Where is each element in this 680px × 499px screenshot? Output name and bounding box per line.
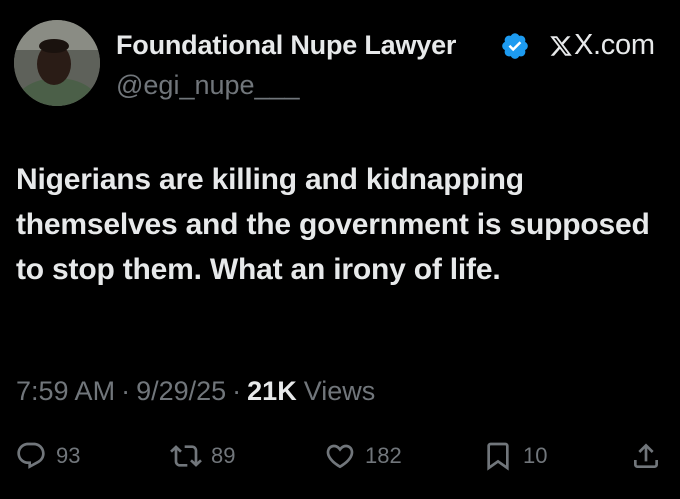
author-handle[interactable]: @egi_nupe___ <box>116 70 300 101</box>
like-button[interactable]: 182 <box>324 436 402 476</box>
tweet-meta: 7:59 AM · 9/29/25 · 21K Views <box>16 376 375 407</box>
x-logo-icon <box>550 35 572 56</box>
author-display-name[interactable]: Foundational Nupe Lawyer <box>116 30 456 61</box>
verified-badge-icon <box>502 33 528 59</box>
share-icon <box>634 443 658 468</box>
repost-icon <box>170 445 202 467</box>
repost-button[interactable]: 89 <box>170 436 235 476</box>
share-button[interactable] <box>630 436 662 476</box>
avatar-photo <box>14 20 100 106</box>
avatar[interactable] <box>14 20 100 106</box>
bookmark-count: 10 <box>523 443 548 468</box>
meta-separator: · <box>121 376 131 406</box>
tweet-time[interactable]: 7:59 AM <box>16 376 115 407</box>
tweet-date[interactable]: 9/29/25 <box>136 376 226 407</box>
bookmark-icon <box>487 442 509 471</box>
meta-separator: · <box>232 376 242 406</box>
tweet-text: Nigerians are killing and kidnapping the… <box>16 163 650 286</box>
reply-icon <box>17 442 45 469</box>
views-label: Views <box>303 376 376 406</box>
reply-count: 93 <box>56 443 81 468</box>
heart-icon <box>326 444 354 469</box>
reply-button[interactable]: 93 <box>15 436 80 476</box>
repost-count: 89 <box>211 443 236 468</box>
views-count: 21K <box>247 376 297 406</box>
action-bar: 93 89 182 10 <box>0 436 680 476</box>
source-label: X.com <box>574 29 655 61</box>
bookmark-button[interactable]: 10 <box>482 436 547 476</box>
source-x-link[interactable]: X.com <box>549 29 655 62</box>
like-count: 182 <box>365 443 402 468</box>
